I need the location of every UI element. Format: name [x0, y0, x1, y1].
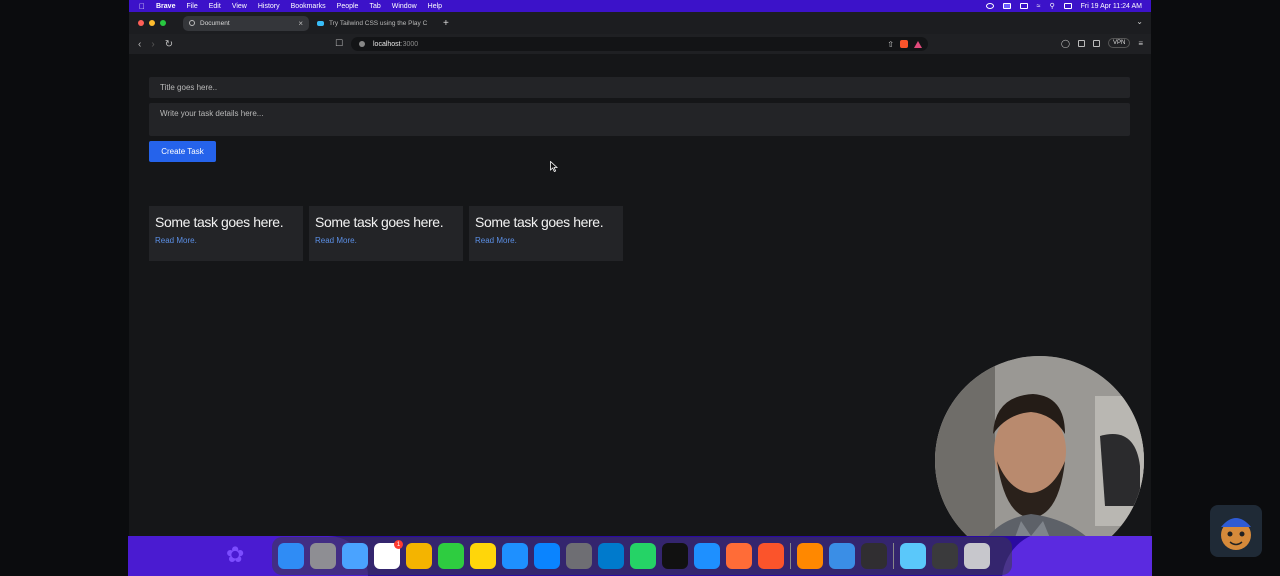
zoom-window-button[interactable] — [160, 20, 166, 26]
screen-recorder-icon[interactable] — [932, 543, 958, 569]
mouse-cursor-icon — [550, 161, 558, 172]
control-center-icon[interactable] — [1063, 3, 1072, 9]
site-info-icon[interactable] — [359, 41, 365, 47]
downloads-folder-icon[interactable] — [900, 543, 926, 569]
focus-icon[interactable] — [985, 3, 994, 9]
close-window-button[interactable] — [138, 20, 144, 26]
window-controls — [129, 20, 174, 26]
app-store-icon[interactable] — [534, 543, 560, 569]
new-tab-button[interactable]: + — [443, 18, 449, 29]
spotlight-icon[interactable]: ⚲ — [1050, 2, 1055, 10]
battery-icon[interactable] — [1019, 3, 1028, 9]
notes-icon[interactable] — [470, 543, 496, 569]
chevron-down-icon[interactable]: ⌄ — [1136, 17, 1143, 26]
tab-title: Document — [200, 19, 230, 27]
vlc-icon[interactable] — [797, 543, 823, 569]
reload-button[interactable]: ↻ — [165, 39, 173, 50]
facetime-icon[interactable] — [438, 543, 464, 569]
launchpad-icon[interactable] — [310, 543, 336, 569]
task-title: Some task goes here. — [475, 214, 604, 230]
browser-toolbar: ‹ › ↻ ☐ localhost :3000 ⇧ ◯ VPN ≡ — [129, 34, 1151, 55]
app-store-alt-icon[interactable] — [342, 543, 368, 569]
url-host: localhost — [373, 40, 401, 48]
bookmark-icon[interactable]: ☐ — [335, 38, 343, 49]
dock-separator — [790, 543, 791, 569]
menu-window[interactable]: Window — [392, 3, 417, 10]
webcam-overlay — [935, 356, 1144, 565]
menu-file[interactable]: File — [186, 3, 197, 10]
system-settings-icon[interactable] — [566, 543, 592, 569]
dock-separator — [893, 543, 894, 569]
task-card: Some task goes here. Read More. — [309, 206, 463, 261]
menu-tab[interactable]: Tab — [369, 3, 380, 10]
menu-history[interactable]: History — [258, 3, 280, 10]
notification-badge: 1 — [394, 540, 403, 549]
tab-document[interactable]: Document × — [183, 15, 309, 31]
task-card: Some task goes here. Read More. — [469, 206, 623, 261]
reminders-icon[interactable]: 1 — [374, 540, 403, 569]
tab-tailwind-play[interactable]: Try Tailwind CSS using the Play C — [311, 16, 437, 31]
whatsapp-icon[interactable] — [630, 543, 656, 569]
menu-bookmarks[interactable]: Bookmarks — [291, 3, 326, 10]
menu-help[interactable]: Help — [428, 3, 442, 10]
globe-icon — [189, 20, 195, 26]
forward-button[interactable]: › — [151, 39, 154, 50]
task-title: Some task goes here. — [155, 214, 284, 230]
read-more-link[interactable]: Read More. — [475, 236, 617, 245]
menu-app-name[interactable]: Brave — [156, 3, 175, 10]
brave-icon[interactable] — [758, 543, 784, 569]
github-desktop-icon[interactable] — [662, 543, 688, 569]
menu-view[interactable]: View — [232, 3, 247, 10]
channel-mascot-icon — [1210, 505, 1262, 557]
tailwind-icon — [317, 20, 324, 26]
read-more-link[interactable]: Read More. — [315, 236, 457, 245]
postman-icon[interactable] — [726, 543, 752, 569]
flower-icon: ✿ — [226, 542, 245, 567]
wifi-icon[interactable]: ≈ — [1037, 3, 1041, 10]
menu-edit[interactable]: Edit — [209, 3, 221, 10]
task-card: Some task goes here. Read More. — [149, 206, 303, 261]
sidebar-icon[interactable] — [1077, 39, 1085, 47]
read-more-link[interactable]: Read More. — [155, 236, 297, 245]
leo-icon[interactable]: ◯ — [1061, 39, 1070, 48]
vscode-icon[interactable] — [598, 543, 624, 569]
url-port: :3000 — [400, 40, 419, 48]
preview-icon[interactable] — [829, 543, 855, 569]
task-list: Some task goes here. Read More. Some tas… — [149, 206, 623, 261]
presenter-video — [935, 356, 1144, 565]
create-task-button[interactable]: Create Task — [149, 141, 216, 162]
share-icon[interactable]: ⇧ — [887, 40, 894, 49]
menu-icon[interactable]: ≡ — [1138, 39, 1143, 48]
task-title: Some task goes here. — [315, 214, 444, 230]
menu-clock[interactable]: Fri 19 Apr 11:24 AM — [1081, 3, 1142, 10]
trash-icon[interactable] — [964, 543, 990, 569]
brave-rewards-icon[interactable] — [914, 40, 922, 48]
apple-icon[interactable]:  — [139, 2, 145, 11]
dock: 1 — [272, 537, 1012, 575]
safari-icon[interactable] — [694, 543, 720, 569]
menu-people[interactable]: People — [337, 3, 359, 10]
title-input[interactable] — [149, 77, 1130, 98]
tab-title: Try Tailwind CSS using the Play C — [329, 19, 428, 27]
minimize-window-button[interactable] — [149, 20, 155, 26]
close-tab-icon[interactable]: × — [298, 19, 303, 28]
keynote-icon[interactable] — [502, 543, 528, 569]
address-bar[interactable]: localhost :3000 ⇧ — [351, 37, 928, 51]
brave-shields-icon[interactable] — [900, 40, 908, 48]
back-button[interactable]: ‹ — [138, 39, 141, 50]
wallet-icon[interactable] — [1092, 39, 1100, 47]
tab-bar: Document × Try Tailwind CSS using the Pl… — [129, 12, 1151, 34]
photos-icon[interactable] — [406, 543, 432, 569]
finder-icon[interactable] — [278, 543, 304, 569]
menu-bar:  Brave File Edit View History Bookmarks… — [129, 0, 1151, 12]
display-icon[interactable] — [1002, 3, 1011, 9]
obs-icon[interactable] — [861, 543, 887, 569]
vpn-button[interactable]: VPN — [1107, 38, 1131, 48]
task-details-input[interactable] — [149, 103, 1130, 136]
